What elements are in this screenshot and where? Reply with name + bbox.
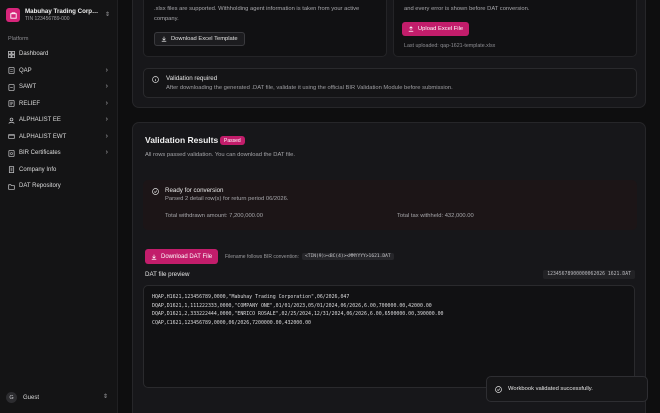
company-name: Mabuhay Trading Corporation [25, 7, 101, 15]
upload-panel: and every error is shown before DAT conv… [393, 0, 637, 57]
sidebar-nav: Dashboard QAP › SAWT › RELIEF › ALPHALIS… [4, 46, 114, 195]
sawt-icon [8, 83, 15, 91]
upload-excel-button[interactable]: Upload Excel File [402, 22, 470, 36]
company-info-icon [8, 166, 15, 174]
alphalist-ewt-icon [8, 133, 15, 140]
main-content: .xlsx files are supported. Withholding a… [118, 0, 660, 413]
upload-section: .xlsx files are supported. Withholding a… [132, 0, 646, 108]
chevron-right-icon: › [105, 83, 108, 90]
avatar: G [6, 392, 17, 403]
download-icon [151, 254, 157, 260]
preview-line: CQAP,C1621,123456789,0000,06/2026,720000… [152, 319, 311, 326]
sidebar-item-label: RELIEF [19, 100, 41, 107]
last-uploaded-text: Last uploaded: qap-1621-template.xlsx [404, 43, 496, 49]
validation-results-subtitle: All rows passed validation. You can down… [145, 152, 295, 158]
user-name: Guest [23, 394, 40, 401]
sidebar-item-label: BIR Certificates [19, 150, 61, 157]
chevron-right-icon: › [105, 99, 108, 107]
sidebar-section-label: Platform [8, 36, 29, 42]
ready-for-conversion-panel: Ready for conversion Parsed 2 detail row… [143, 180, 637, 230]
sidebar-item-label: ALPHALIST EE [19, 117, 61, 124]
dat-preview[interactable]: HQAP,H1621,123456789,0000,"Mabuhay Tradi… [143, 285, 635, 388]
sidebar-item-sawt[interactable]: SAWT › [4, 79, 114, 96]
sidebar-item-bir-certificates[interactable]: BIR Certificates › [4, 145, 114, 162]
sidebar-item-dat-repository[interactable]: DAT Repository [4, 178, 114, 195]
download-dat-button[interactable]: Download DAT File [145, 249, 219, 264]
sidebar-item-label: Company Info [19, 166, 57, 173]
filename-convention-note: Filename follows BIR convention: <TIN(9)… [225, 253, 394, 260]
preview-filename: 12345678900000062026 1621.DAT [543, 270, 635, 279]
user-menu[interactable]: G Guest ⇕ [6, 390, 112, 405]
success-toast[interactable]: Workbook validated successfully. [486, 376, 648, 402]
dashboard-icon [8, 50, 15, 58]
toast-message: Workbook validated successfully. [508, 386, 593, 392]
ready-description: Parsed 2 detail row(s) for return period… [165, 196, 289, 202]
sidebar-item-qap[interactable]: QAP › [4, 63, 114, 80]
upload-icon [408, 26, 414, 32]
download-template-button[interactable]: Download Excel Template [154, 32, 245, 46]
validation-required-description: After downloading the generated .DAT fil… [166, 85, 453, 91]
certificate-icon [8, 149, 15, 157]
chevron-up-down-icon: ⇕ [104, 12, 110, 18]
company-tin: TIN 123456789-000 [25, 15, 70, 22]
template-description: .xlsx files are supported. Withholding a… [154, 6, 360, 22]
upload-excel-label: Upload Excel File [418, 26, 464, 32]
chevron-right-icon: › [105, 66, 108, 74]
preview-label: DAT file preview [145, 271, 190, 278]
sidebar: Mabuhay Trading Corporation TIN 12345678… [0, 0, 118, 413]
qap-icon [8, 67, 15, 75]
download-dat-label: Download DAT File [161, 253, 213, 260]
check-circle-icon [495, 385, 502, 393]
sidebar-item-label: ALPHALIST EWT [19, 133, 67, 140]
sidebar-item-label: DAT Repository [19, 183, 61, 190]
filename-pattern: <TIN(9)><BC(4)><MMYYYY>1621.DAT [301, 253, 394, 260]
total-tax-withheld: Total tax withheld: 432,000.00 [397, 213, 474, 219]
sidebar-item-label: QAP [19, 67, 32, 74]
sidebar-item-dashboard[interactable]: Dashboard [4, 46, 114, 63]
preview-line: DQAP,D1621,2,333222444,0000,"ENRICO ROSA… [152, 311, 444, 317]
chevron-right-icon: › [105, 116, 108, 123]
sidebar-item-relief[interactable]: RELIEF › [4, 96, 114, 113]
filename-note-text: Filename follows BIR convention: [225, 253, 299, 260]
chevron-right-icon: › [105, 132, 108, 140]
download-icon [161, 36, 167, 42]
template-panel: .xlsx files are supported. Withholding a… [143, 0, 387, 57]
total-withdrawn-amount: Total withdrawn amount: 7,200,000.00 [165, 213, 263, 219]
status-badge: Passed [220, 136, 245, 145]
alphalist-ee-icon [8, 117, 15, 124]
check-circle-icon [152, 188, 159, 195]
preview-line: HQAP,H1621,123456789,0000,"Mabuhay Tradi… [152, 294, 350, 300]
sidebar-item-company-info[interactable]: Company Info [4, 162, 114, 179]
sidebar-item-alphalist-ee[interactable]: ALPHALIST EE › [4, 112, 114, 129]
sidebar-item-alphalist-ewt[interactable]: ALPHALIST EWT › [4, 129, 114, 146]
download-template-label: Download Excel Template [171, 36, 238, 42]
validation-required-alert: Validation required After downloading th… [143, 68, 637, 98]
upload-description: and every error is shown before DAT conv… [404, 6, 530, 12]
relief-icon [8, 100, 15, 108]
validation-required-title: Validation required [166, 75, 218, 82]
preview-line: DQAP,D1621,1,111222333,0000,"COMPANY ONE… [152, 302, 432, 309]
validation-results-card: Validation Results Passed All rows passe… [132, 122, 646, 413]
sidebar-item-label: SAWT [19, 84, 37, 91]
company-switcher[interactable]: Mabuhay Trading Corporation TIN 12345678… [6, 5, 112, 25]
info-icon [152, 76, 159, 83]
chevron-right-icon: › [105, 149, 108, 156]
repository-icon [8, 183, 15, 190]
company-logo-icon [6, 8, 20, 22]
sidebar-item-label: Dashboard [19, 51, 49, 58]
validation-results-title: Validation Results [145, 135, 219, 145]
chevron-up-down-icon: ⇕ [102, 394, 108, 400]
ready-title: Ready for conversion [165, 187, 224, 194]
